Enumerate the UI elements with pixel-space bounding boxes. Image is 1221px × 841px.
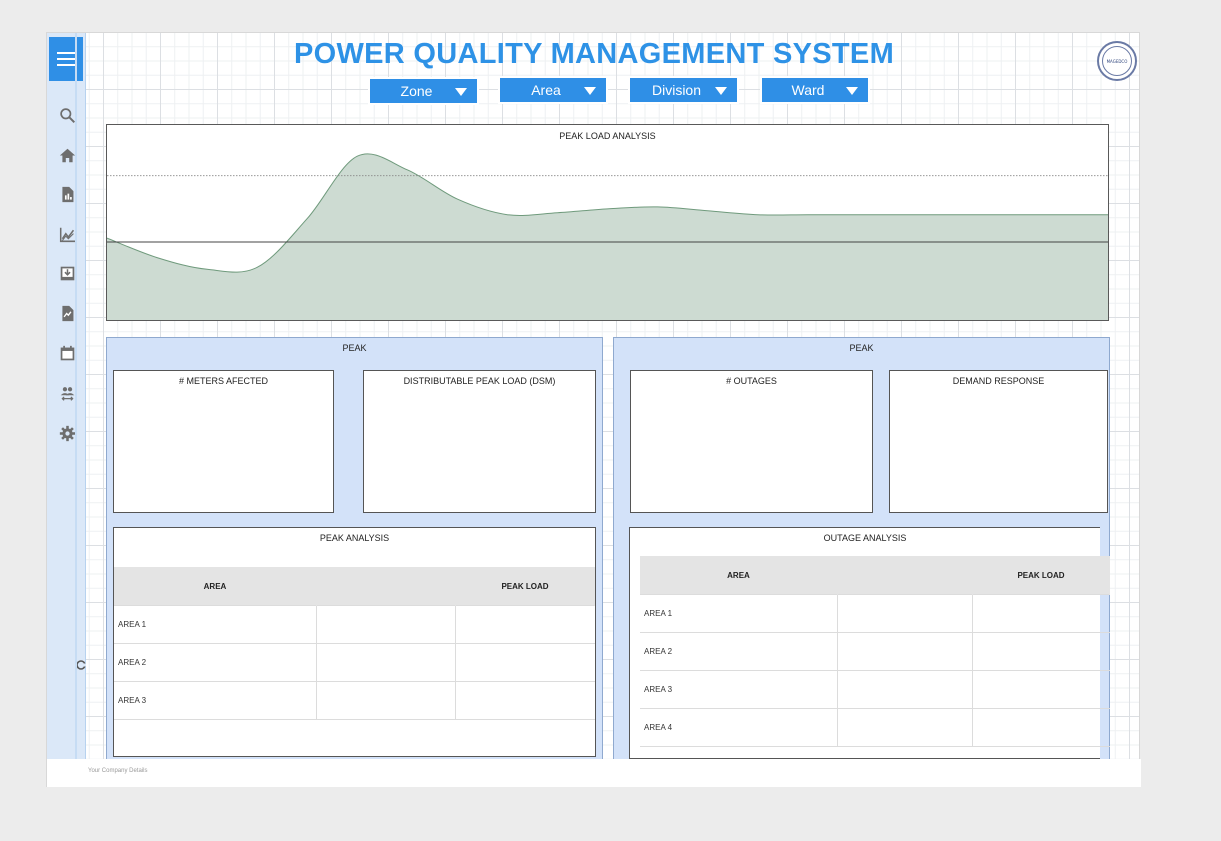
peak-analysis-table-card: PEAK ANALYSIS AREA PEAK LOAD AREA 1 AREA… — [113, 527, 596, 757]
kpi-title: # METERS AFECTED — [178, 376, 268, 386]
people-icon — [60, 386, 74, 401]
kpi-card-outages: # OUTAGES — [630, 370, 873, 513]
sidebar-item-settings[interactable] — [57, 423, 77, 443]
area-cell: AREA 1 — [114, 605, 317, 644]
blank-cell — [837, 708, 973, 747]
table-title: OUTAGE ANALYSIS — [823, 533, 907, 543]
table-title: PEAK ANALYSIS — [319, 533, 390, 543]
area-dropdown[interactable]: Area — [498, 76, 608, 104]
sidebar-item-home[interactable] — [57, 145, 77, 165]
kpi-card-demand-response: DEMAND RESPONSE — [889, 370, 1108, 513]
series-area — [107, 153, 1108, 320]
peak-analysis-table: AREA PEAK LOAD AREA 1 AREA 2 AREA 3 — [114, 567, 595, 720]
area-cell: AREA 1 — [640, 594, 838, 633]
peak-load-cell — [455, 605, 595, 644]
division-dropdown[interactable]: Division — [628, 76, 739, 104]
kpi-title: # OUTAGES — [726, 376, 777, 386]
sidebar-item-search[interactable] — [57, 105, 77, 125]
peak-load-cell — [972, 670, 1110, 709]
sidebar-item-documents[interactable] — [57, 303, 77, 323]
chevron-down-icon — [715, 87, 727, 95]
chevron-down-icon — [584, 87, 596, 95]
sidebar-item-users[interactable] — [57, 383, 77, 403]
table-row[interactable]: AREA 1 — [640, 594, 1110, 633]
blank-cell — [837, 594, 973, 633]
table-row[interactable]: AREA 2 — [640, 632, 1110, 671]
dashboard-canvas: POWER QUALITY MANAGEMENT SYSTEM MAGEDCO … — [46, 32, 1141, 787]
table-row[interactable]: AREA 3 — [114, 681, 595, 720]
page-title: POWER QUALITY MANAGEMENT SYSTEM — [293, 38, 895, 70]
zone-dropdown[interactable]: Zone — [368, 77, 479, 105]
kpi-title: DISTRIBUTABLE PEAK LOAD (DSM) — [403, 376, 556, 386]
column-header-blank — [316, 567, 456, 606]
table-header-row: AREA PEAK LOAD — [640, 556, 1110, 595]
column-header-peak-load: PEAK LOAD — [972, 556, 1110, 595]
area-cell: AREA 2 — [640, 632, 838, 671]
peak-load-cell — [972, 632, 1110, 671]
area-cell: AREA 2 — [114, 643, 317, 682]
kpi-card-distributable-peak-load: DISTRIBUTABLE PEAK LOAD (DSM) — [363, 370, 596, 513]
peak-load-cell — [972, 594, 1110, 633]
chevron-down-icon — [455, 88, 467, 96]
gear-icon — [59, 425, 75, 441]
area-cell: AREA 3 — [640, 670, 838, 709]
blank-cell — [316, 643, 456, 682]
peak-panel-left: PEAK # METERS AFECTED DISTRIBUTABLE PEAK… — [106, 337, 603, 760]
area-cell: AREA 4 — [640, 708, 838, 747]
blank-cell — [316, 605, 456, 644]
table-row[interactable]: AREA 4 — [640, 708, 1110, 747]
collapse-toggle-icon[interactable] — [75, 659, 87, 671]
table-row[interactable]: AREA 2 — [114, 643, 595, 682]
table-row[interactable]: AREA 3 — [640, 670, 1110, 709]
footer: Your Company Details — [47, 759, 1141, 787]
sidebar-item-reports[interactable] — [57, 184, 77, 204]
column-header-area: AREA — [640, 556, 838, 595]
chart-title: PEAK LOAD ANALYSIS — [559, 131, 656, 141]
blank-cell — [837, 632, 973, 671]
ward-dropdown[interactable]: Ward — [760, 76, 870, 104]
peak-load-cell — [972, 708, 1110, 747]
kpi-title: DEMAND RESPONSE — [952, 376, 1045, 386]
logo-inner-ring: MAGEDCO — [1102, 46, 1132, 76]
peak-load-cell — [455, 681, 595, 720]
table-header-row: AREA PEAK LOAD — [114, 567, 595, 606]
sidebar-item-inbox[interactable] — [57, 263, 77, 283]
company-logo: MAGEDCO — [1097, 41, 1137, 81]
blank-cell — [837, 670, 973, 709]
outage-analysis-table: AREA PEAK LOAD AREA 1 AREA 2 AREA 3 AREA… — [640, 556, 1110, 747]
calendar-icon — [60, 345, 74, 360]
column-header-area: AREA — [114, 567, 317, 606]
footer-company-details: Your Company Details — [88, 768, 148, 774]
document-chart-icon — [61, 305, 73, 321]
column-header-blank — [837, 556, 973, 595]
column-header-peak-load: PEAK LOAD — [455, 567, 595, 606]
peak-load-analysis-chart: PEAK LOAD ANALYSIS — [106, 124, 1109, 321]
download-tray-icon — [60, 266, 74, 280]
outage-analysis-table-card: OUTAGE ANALYSIS AREA PEAK LOAD AREA 1 AR… — [629, 527, 1110, 759]
report-file-icon — [61, 186, 73, 202]
peak-load-cell — [455, 643, 595, 682]
panel-title: PEAK — [849, 343, 874, 353]
home-icon — [59, 148, 75, 162]
table-row[interactable]: AREA 1 — [114, 605, 595, 644]
chart-svg — [107, 153, 1108, 320]
line-chart-icon — [59, 227, 75, 242]
panel-title: PEAK — [342, 343, 367, 353]
logo-text: MAGEDCO — [1106, 58, 1128, 64]
kpi-card-meters-affected: # METERS AFECTED — [113, 370, 334, 513]
peak-panel-right: PEAK # OUTAGES DEMAND RESPONSE OUTAGE AN… — [613, 337, 1110, 760]
blank-cell — [316, 681, 456, 720]
sidebar-item-calendar[interactable] — [57, 343, 77, 363]
search-icon — [59, 107, 75, 123]
sidebar-item-analytics[interactable] — [57, 224, 77, 244]
chevron-down-icon — [846, 87, 858, 95]
sidebar — [47, 33, 86, 759]
area-cell: AREA 3 — [114, 681, 317, 720]
